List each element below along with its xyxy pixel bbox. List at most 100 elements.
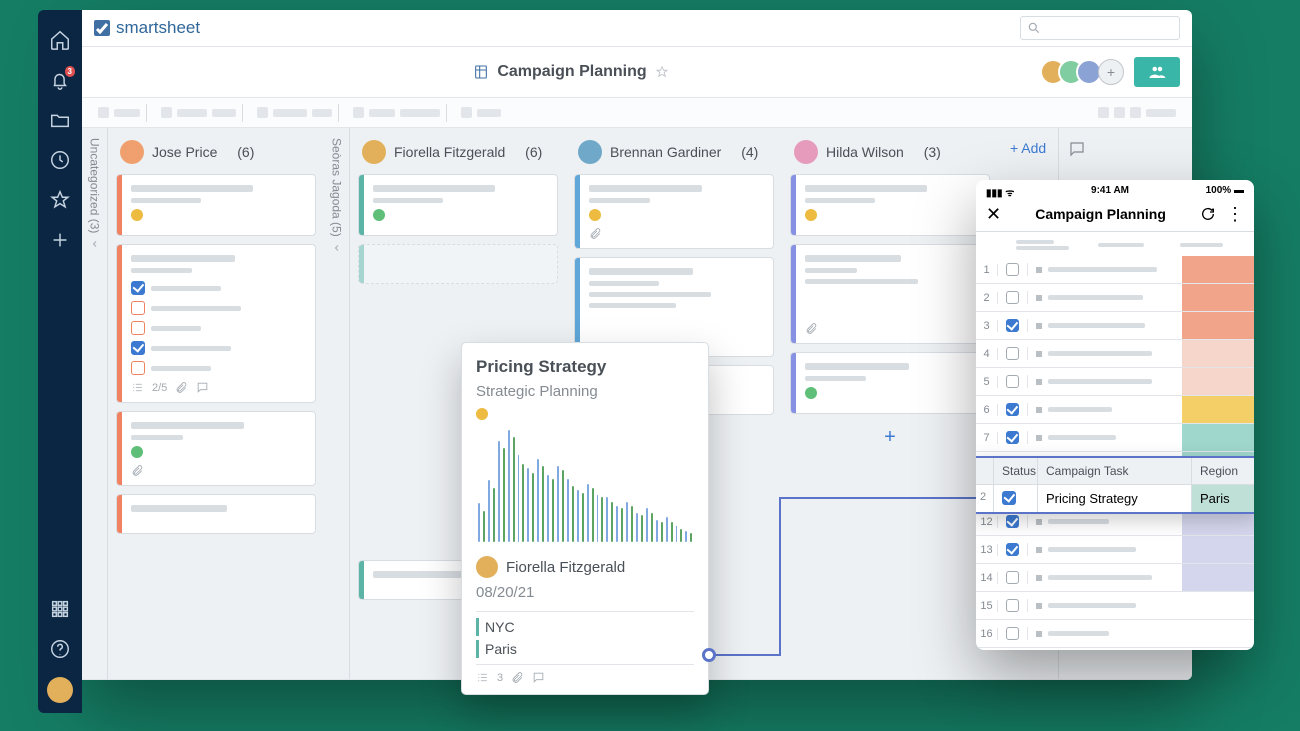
checkbox-icon[interactable] <box>131 341 145 355</box>
row-glyph-icon <box>1034 629 1044 639</box>
checkbox-icon[interactable] <box>131 321 145 335</box>
attachment-icon <box>175 381 188 394</box>
status-dot <box>131 209 143 221</box>
toolbar-ribbon <box>82 98 1192 128</box>
favorites-icon[interactable] <box>49 189 71 211</box>
checkbox-icon[interactable] <box>1006 543 1019 556</box>
collaborator-stack[interactable]: + <box>1048 59 1124 85</box>
checkbox-icon[interactable] <box>1006 291 1019 304</box>
mobile-row[interactable]: 16 <box>976 620 1254 648</box>
row-glyph-icon <box>1034 349 1044 359</box>
kebab-icon[interactable]: ⋮ <box>1226 209 1244 220</box>
global-nav-rail: 3 <box>38 10 82 713</box>
search-icon <box>1027 21 1041 35</box>
favorite-star-icon[interactable] <box>655 65 669 79</box>
row-glyph-icon <box>1034 573 1044 583</box>
card[interactable] <box>574 174 774 249</box>
checkbox-icon[interactable] <box>1002 491 1016 505</box>
row-number: 5 <box>976 376 998 388</box>
account-avatar[interactable] <box>47 677 73 703</box>
row-number: 12 <box>976 516 998 528</box>
col-status: Status <box>994 458 1038 484</box>
card-detail-popover[interactable]: Pricing Strategy Strategic Planning Fior… <box>461 342 709 695</box>
status-dot <box>373 209 385 221</box>
card[interactable] <box>790 174 990 236</box>
mobile-row[interactable]: 3 <box>976 312 1254 340</box>
card-title: Pricing Strategy <box>476 357 694 377</box>
mobile-grid[interactable]: 12345678111213141516 Status Campaign Tas… <box>976 256 1254 650</box>
checkbox-icon[interactable] <box>131 361 145 375</box>
card[interactable] <box>116 411 316 486</box>
notifications-icon[interactable]: 3 <box>49 69 71 91</box>
mobile-row[interactable]: 6 <box>976 396 1254 424</box>
card-placeholder[interactable] <box>358 244 558 284</box>
lane-header[interactable]: Jose Price (6) <box>116 138 316 166</box>
collapsed-lane[interactable]: Uncategorized (3) <box>82 128 108 679</box>
mobile-row[interactable]: 2 <box>976 284 1254 312</box>
lane-header[interactable]: Brennan Gardiner (4) <box>574 138 774 166</box>
checkbox-icon[interactable] <box>1006 375 1019 388</box>
mobile-row[interactable]: 15 <box>976 592 1254 620</box>
card-footer: 3 <box>476 664 694 684</box>
mobile-row-overlay[interactable]: Status Campaign Task Region 2 Pricing St… <box>976 456 1254 514</box>
brand[interactable]: smartsheet <box>94 18 200 38</box>
checkbox-icon[interactable] <box>131 301 145 315</box>
row-glyph-icon <box>1034 321 1044 331</box>
search-input[interactable] <box>1020 16 1180 40</box>
mini-chart <box>476 426 694 546</box>
lane-header[interactable]: Fiorella Fitzgerald (6) <box>358 138 558 166</box>
card[interactable] <box>358 174 558 236</box>
overlay-region: Paris <box>1192 485 1254 512</box>
connector-line <box>700 490 990 660</box>
row-number: 4 <box>976 348 998 360</box>
checkbox-icon[interactable] <box>1006 515 1019 528</box>
col-task: Campaign Task <box>1038 458 1192 484</box>
brand-mark-icon <box>94 20 110 36</box>
card[interactable] <box>790 244 990 344</box>
lane-header[interactable]: Hilda Wilson (3) <box>790 138 990 166</box>
checkbox-icon[interactable] <box>1006 599 1019 612</box>
notif-badge: 3 <box>65 66 75 77</box>
help-icon[interactable] <box>49 638 71 660</box>
card-checklist[interactable]: 2/5 <box>116 244 316 403</box>
card[interactable] <box>790 352 990 414</box>
share-button[interactable] <box>1134 57 1180 87</box>
add-collaborator-icon[interactable]: + <box>1098 59 1124 85</box>
status-dot <box>131 446 143 458</box>
refresh-icon[interactable] <box>1200 206 1216 222</box>
tag: Paris <box>476 640 694 658</box>
folder-icon[interactable] <box>49 109 71 131</box>
card[interactable] <box>116 494 316 534</box>
checkbox-icon[interactable] <box>1006 431 1019 444</box>
document-header: Campaign Planning + <box>82 47 1192 98</box>
checkbox-icon[interactable] <box>131 281 145 295</box>
signal-icon: ▮▮▮ ᯤ <box>986 185 1014 199</box>
mobile-row[interactable]: 5 <box>976 368 1254 396</box>
add-card-button[interactable]: + <box>790 422 990 452</box>
card[interactable] <box>116 174 316 236</box>
create-icon[interactable] <box>49 229 71 251</box>
mobile-row[interactable]: 1 <box>976 256 1254 284</box>
col-region: Region <box>1192 458 1254 484</box>
apps-icon[interactable] <box>49 598 71 620</box>
mobile-row[interactable]: 14 <box>976 564 1254 592</box>
row-glyph-icon <box>1034 265 1044 275</box>
mobile-row[interactable]: 13 <box>976 536 1254 564</box>
checkbox-icon[interactable] <box>1006 403 1019 416</box>
row-glyph-icon <box>1034 517 1044 527</box>
attachment-icon <box>511 671 524 684</box>
close-icon[interactable]: ✕ <box>986 205 1001 223</box>
checkbox-icon[interactable] <box>1006 347 1019 360</box>
recents-icon[interactable] <box>49 149 71 171</box>
collapsed-lane[interactable]: Seòras Jagoda (5) <box>324 128 350 679</box>
checkbox-icon[interactable] <box>1006 319 1019 332</box>
home-icon[interactable] <box>49 29 71 51</box>
checkbox-icon[interactable] <box>1006 263 1019 276</box>
mobile-row[interactable]: 7 <box>976 424 1254 452</box>
sheet-icon <box>473 64 489 80</box>
mobile-row[interactable]: 4 <box>976 340 1254 368</box>
checkbox-icon[interactable] <box>1006 627 1019 640</box>
comment-icon <box>196 381 209 394</box>
checklist-icon <box>131 381 144 394</box>
checkbox-icon[interactable] <box>1006 571 1019 584</box>
